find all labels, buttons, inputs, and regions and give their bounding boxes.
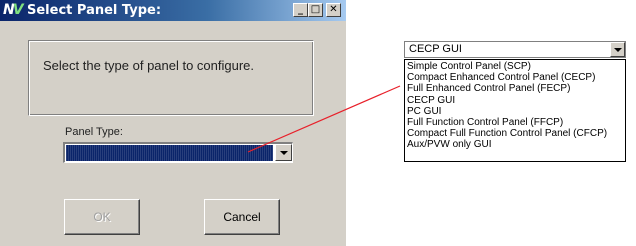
- select-panel-type-dialog: NV Select Panel Type: _ □ ✕ Select the t…: [0, 0, 346, 246]
- list-item[interactable]: Simple Control Panel (SCP): [405, 61, 625, 72]
- app-logo-letter-n: N: [3, 2, 15, 18]
- list-item[interactable]: PC GUI: [405, 106, 625, 117]
- chevron-down-icon: [280, 151, 288, 155]
- app-logo-letter-v: V: [12, 2, 24, 18]
- panel-type-selection-highlight: [66, 145, 273, 161]
- app-logo-icon: NV: [3, 1, 25, 19]
- maximize-icon: □: [310, 4, 321, 15]
- list-item[interactable]: CECP GUI: [405, 95, 625, 106]
- list-item[interactable]: Compact Full Function Control Panel (CFC…: [405, 128, 625, 139]
- ok-button[interactable]: OK: [64, 199, 140, 235]
- minimize-button[interactable]: _: [293, 3, 308, 17]
- panel-type-options-list: Simple Control Panel (SCP) Compact Enhan…: [404, 59, 626, 162]
- panel-type-dropdown-button[interactable]: [275, 144, 292, 161]
- prompt-group-box: Select the type of panel to configure.: [28, 40, 314, 116]
- prompt-text: Select the type of panel to configure.: [43, 58, 255, 73]
- list-item[interactable]: Aux/PVW only GUI: [405, 139, 625, 150]
- title-bar[interactable]: NV Select Panel Type: _ □ ✕: [0, 0, 346, 21]
- panel-type-select[interactable]: [63, 142, 293, 163]
- minimize-icon: _: [298, 4, 303, 15]
- close-icon: ✕: [329, 4, 338, 15]
- list-item[interactable]: Full Function Control Panel (FFCP): [405, 117, 625, 128]
- maximize-button[interactable]: □: [308, 3, 323, 17]
- list-item[interactable]: Full Enhanced Control Panel (FECP): [405, 83, 625, 94]
- combo-selected-value: CECP GUI: [409, 43, 462, 55]
- close-button[interactable]: ✕: [326, 3, 341, 17]
- panel-type-label: Panel Type:: [65, 126, 123, 138]
- panel-type-combo-example[interactable]: CECP GUI: [404, 41, 626, 58]
- combo-dropdown-button[interactable]: [610, 42, 625, 57]
- cancel-button[interactable]: Cancel: [204, 199, 280, 235]
- chevron-down-icon: [614, 48, 622, 52]
- window-title: Select Panel Type:: [27, 3, 162, 18]
- list-item[interactable]: Compact Enhanced Control Panel (CECP): [405, 72, 625, 83]
